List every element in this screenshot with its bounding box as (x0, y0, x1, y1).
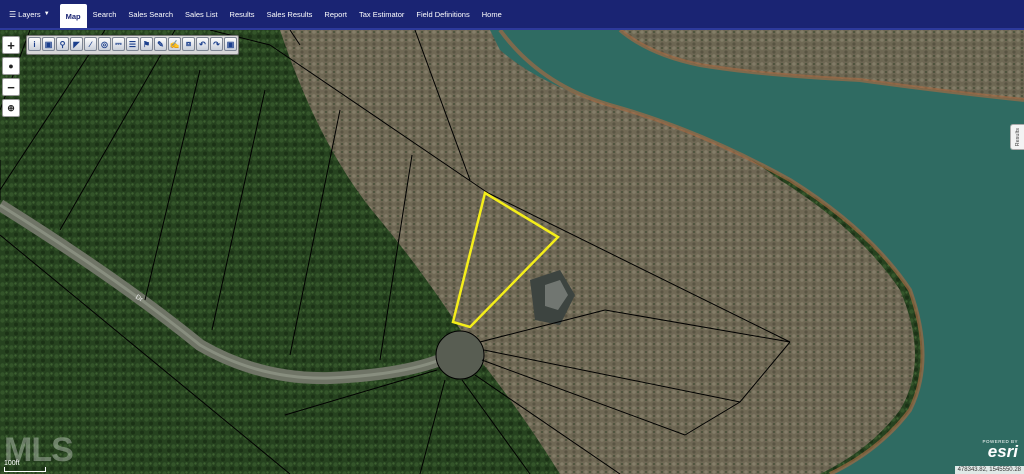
layers-menu[interactable]: ☰ Layers ▼ (0, 0, 60, 28)
esri-attribution[interactable]: POWERED BY esri (982, 439, 1018, 460)
info-icon[interactable]: i (28, 37, 41, 51)
chevron-down-icon: ▼ (43, 11, 50, 17)
bookmark-icon[interactable]: ⚑ (140, 37, 153, 51)
nav-search[interactable]: Search (87, 0, 123, 28)
zoom-out-button[interactable]: − (2, 78, 20, 96)
coordinates-readout: 478343.82, 1545550.28 (954, 466, 1024, 474)
nav-home[interactable]: Home (476, 0, 508, 28)
nav-map[interactable]: Map (59, 4, 87, 28)
measure-icon[interactable]: ∕ (84, 37, 97, 51)
nav-sales-list[interactable]: Sales List (179, 0, 224, 28)
top-navbar: ☰ Layers ▼ Map Search Sales Search Sales… (0, 0, 1024, 30)
results-side-tab[interactable]: Results (1010, 124, 1024, 150)
draw-icon[interactable]: ✍ (168, 37, 181, 51)
forward-icon[interactable]: ↷ (210, 37, 223, 51)
scale-label: 100ft (4, 460, 20, 467)
save-icon[interactable]: ▣ (224, 37, 237, 51)
nav-field-definitions[interactable]: Field Definitions (410, 0, 475, 28)
nav-sales-results[interactable]: Sales Results (261, 0, 319, 28)
map-toolbar: i ▣ ⚲ ◤ ∕ ◎ ⎓ ☰ ⚑ ✎ ✍ ⧈ ↶ ↷ ▣ (26, 35, 239, 55)
results-tab-label: Results (1014, 127, 1021, 147)
extent-icon[interactable]: ⧈ (182, 37, 195, 51)
back-icon[interactable]: ↶ (196, 37, 209, 51)
aerial-map[interactable]: Dr (0, 30, 1024, 474)
markup-icon[interactable]: ✎ (154, 37, 167, 51)
nav-tax-estimator[interactable]: Tax Estimator (353, 0, 410, 28)
select-icon[interactable]: ◤ (70, 37, 83, 51)
zoom-in-button[interactable]: + (2, 36, 20, 54)
nav-sales-search[interactable]: Sales Search (122, 0, 179, 28)
scale-bar: 100ft (4, 460, 46, 472)
layers-icon[interactable]: ☰ (126, 37, 139, 51)
identify-icon[interactable]: ▣ (42, 37, 55, 51)
print-icon[interactable]: ⎓ (112, 37, 125, 51)
nav-report[interactable]: Report (318, 0, 353, 28)
nav-results[interactable]: Results (224, 0, 261, 28)
zoom-icon[interactable]: ⚲ (56, 37, 69, 51)
layers-label: Layers (18, 9, 41, 19)
cul-de-sac (435, 330, 485, 380)
buffer-icon[interactable]: ◎ (98, 37, 111, 51)
esri-logo: esri (987, 442, 1018, 461)
globe-icon[interactable]: ● (2, 57, 20, 75)
crosshair-icon[interactable]: ⊕ (2, 99, 20, 117)
map-zoom-controls: + ● − ⊕ (2, 36, 20, 120)
layers-icon: ☰ (9, 9, 17, 19)
map-view[interactable]: Dr (0, 30, 1024, 474)
